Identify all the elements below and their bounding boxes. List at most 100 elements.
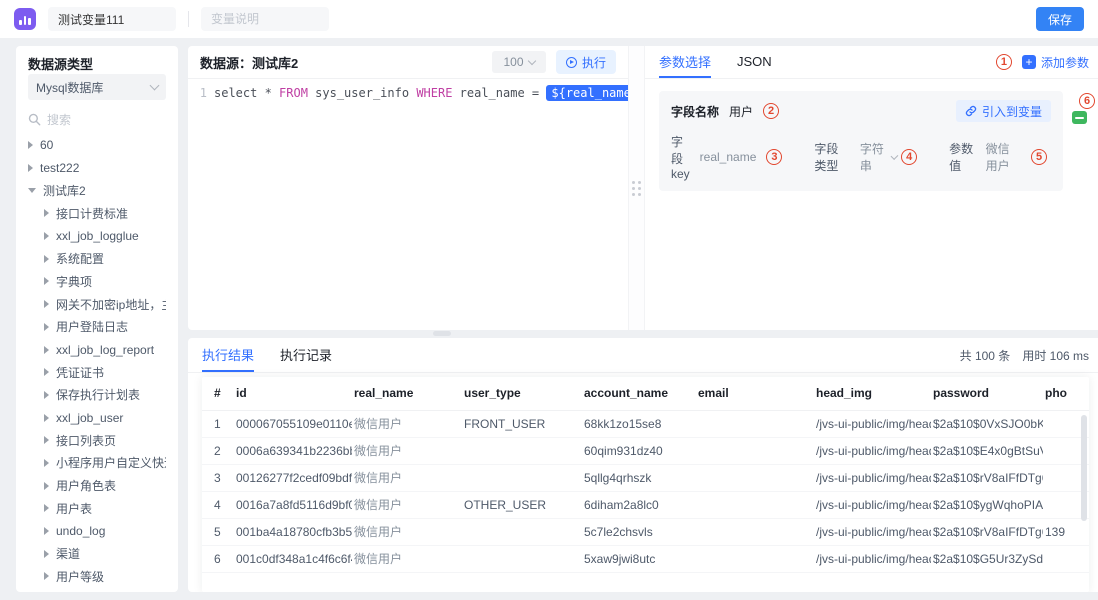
header-divider bbox=[188, 11, 189, 27]
table-cell bbox=[696, 410, 814, 437]
tree-item[interactable]: 用户表 bbox=[28, 497, 166, 520]
caret-right-icon[interactable] bbox=[28, 141, 33, 149]
table-header-cell: pho bbox=[1043, 377, 1089, 410]
execute-button[interactable]: 执行 bbox=[556, 50, 616, 74]
tree-item-label: 测试库2 bbox=[43, 182, 86, 199]
table-row[interactable]: 6001c0df348a1c4f6c6f4...微信用户5xaw9jwi8utc… bbox=[202, 545, 1089, 572]
tree-item[interactable]: 渠道 bbox=[28, 542, 166, 565]
param-card-row-1: 字段名称 用户 2 引入到变量 bbox=[671, 100, 1051, 122]
result-elapsed-time: 用时 106 ms bbox=[1022, 347, 1089, 364]
split-resize-handle[interactable] bbox=[433, 331, 451, 336]
delete-param-button[interactable] bbox=[1072, 111, 1087, 124]
table-cell: $2a$10$rV8aIFfDTg6... bbox=[931, 518, 1043, 545]
caret-right-icon[interactable] bbox=[28, 164, 33, 172]
table-cell bbox=[696, 437, 814, 464]
table-row[interactable]: 300126277f2cedf09bdfa...微信用户5qllg4qrhszk… bbox=[202, 464, 1089, 491]
row-limit-select[interactable]: 100 bbox=[492, 51, 546, 73]
tree-item[interactable]: 凭证证书 bbox=[28, 361, 166, 384]
tree-item[interactable]: xxl_job_log_report bbox=[28, 338, 166, 361]
caret-right-icon[interactable] bbox=[44, 459, 49, 467]
result-table: #idreal_nameuser_typeaccount_nameemailhe… bbox=[202, 377, 1089, 573]
tree-item-label: 用户表 bbox=[56, 500, 92, 517]
caret-right-icon[interactable] bbox=[44, 232, 49, 240]
caret-right-icon[interactable] bbox=[44, 368, 49, 376]
tab-param-select[interactable]: 参数选择 bbox=[659, 46, 711, 78]
field-name-value[interactable]: 用户 bbox=[729, 103, 753, 120]
tree-item[interactable]: xxl_job_user bbox=[28, 406, 166, 429]
caret-right-icon[interactable] bbox=[44, 300, 49, 308]
sql-line: select * FROM sys_user_info WHERE real_n… bbox=[214, 86, 643, 330]
tree-item[interactable]: 用户登陆日志 bbox=[28, 316, 166, 339]
tab-json[interactable]: JSON bbox=[737, 46, 772, 78]
variable-name-input[interactable] bbox=[48, 7, 176, 31]
caret-right-icon[interactable] bbox=[44, 504, 49, 512]
tree-item[interactable]: 网关不加密ip地址，主要J bbox=[28, 293, 166, 316]
table-row[interactable]: 40016a7a8fd5116d9bf0...微信用户OTHER_USER6di… bbox=[202, 491, 1089, 518]
field-key-input[interactable]: real_name bbox=[700, 150, 757, 164]
datasource-sidebar: 数据源类型 Mysql数据库 搜索 60test222测试库2接口计费标准xxl… bbox=[16, 46, 178, 592]
table-cell: /jvs-ui-public/img/headl... bbox=[814, 491, 931, 518]
caret-right-icon[interactable] bbox=[44, 527, 49, 535]
param-value-input[interactable]: 微信用户 bbox=[986, 140, 1021, 174]
add-param-label: 添加参数 bbox=[1041, 54, 1089, 71]
tree-item[interactable]: xxl_job_logglue bbox=[28, 225, 166, 248]
sql-code-editor[interactable]: 1 select * FROM sys_user_info WHERE real… bbox=[188, 79, 628, 330]
field-key-group: 字段key real_name 3 bbox=[671, 133, 786, 181]
tree-item[interactable]: 测试库2 bbox=[28, 179, 166, 202]
caret-right-icon[interactable] bbox=[44, 391, 49, 399]
table-row[interactable]: 1000067055109e0110e...微信用户FRONT_USER68kk… bbox=[202, 410, 1089, 437]
tree-item-label: 用户等级 bbox=[56, 568, 104, 585]
caret-right-icon[interactable] bbox=[44, 277, 49, 285]
table-cell: /jvs-ui-public/img/headl... bbox=[814, 545, 931, 572]
content-layout: 数据源类型 Mysql数据库 搜索 60test222测试库2接口计费标准xxl… bbox=[0, 38, 1098, 592]
caret-right-icon[interactable] bbox=[44, 255, 49, 263]
table-cell: 微信用户 bbox=[352, 410, 462, 437]
tree-item[interactable]: 系统配置 bbox=[28, 247, 166, 270]
table-vertical-scrollbar[interactable] bbox=[1081, 415, 1087, 521]
table-search[interactable]: 搜索 bbox=[28, 111, 166, 127]
save-button[interactable]: 保存 bbox=[1036, 7, 1084, 31]
param-card-row-2: 字段key real_name 3 字段类型 字符串 4 参数值 微信 bbox=[671, 133, 1051, 181]
tree-item[interactable]: 邀请用户待审核 bbox=[28, 588, 166, 592]
datasource-type-select[interactable]: Mysql数据库 bbox=[28, 74, 166, 100]
vertical-resize-handle[interactable] bbox=[628, 46, 645, 330]
tree-item[interactable]: 接口列表页 bbox=[28, 429, 166, 452]
tree-item[interactable]: test222 bbox=[28, 157, 166, 180]
caret-right-icon[interactable] bbox=[44, 414, 49, 422]
caret-right-icon[interactable] bbox=[44, 550, 49, 558]
tree-item[interactable]: 保存执行计划表 bbox=[28, 384, 166, 407]
annotation-5: 5 bbox=[1031, 149, 1047, 165]
tree-item[interactable]: undo_log bbox=[28, 520, 166, 543]
caret-right-icon[interactable] bbox=[44, 572, 49, 580]
table-row[interactable]: 20006a639341b2236bb...微信用户60qim931dz40/j… bbox=[202, 437, 1089, 464]
tree-item-label: test222 bbox=[40, 161, 79, 175]
table-cell: 0006a639341b2236bb... bbox=[234, 437, 352, 464]
add-param-button[interactable]: 添加参数 bbox=[1022, 54, 1089, 71]
tab-execution-result[interactable]: 执行结果 bbox=[202, 338, 254, 372]
tree-item[interactable]: 小程序用户自定义快速入 bbox=[28, 452, 166, 475]
drag-dots-icon bbox=[632, 181, 641, 196]
table-cell: 68kk1zo15se8 bbox=[582, 410, 696, 437]
table-cell: /jvs-ui-public/img/headl... bbox=[814, 518, 931, 545]
tree-item[interactable]: 用户角色表 bbox=[28, 474, 166, 497]
search-placeholder: 搜索 bbox=[47, 111, 71, 128]
annotation-3: 3 bbox=[766, 149, 782, 165]
table-cell bbox=[462, 464, 582, 491]
caret-right-icon[interactable] bbox=[44, 482, 49, 490]
caret-down-icon[interactable] bbox=[28, 188, 36, 193]
tree-item[interactable]: 60 bbox=[28, 134, 166, 157]
tree-item[interactable]: 接口计费标准 bbox=[28, 202, 166, 225]
tab-execution-record[interactable]: 执行记录 bbox=[280, 338, 332, 372]
caret-right-icon[interactable] bbox=[44, 323, 49, 331]
import-to-variable-button[interactable]: 引入到变量 bbox=[956, 100, 1051, 122]
tree-item[interactable]: 字典项 bbox=[28, 270, 166, 293]
table-cell: 微信用户 bbox=[352, 491, 462, 518]
field-type-select[interactable]: 字符串 bbox=[860, 140, 887, 174]
caret-right-icon[interactable] bbox=[44, 436, 49, 444]
table-header-row: #idreal_nameuser_typeaccount_nameemailhe… bbox=[202, 377, 1089, 410]
table-row[interactable]: 5001ba4a18780cfb3b56...微信用户5c7le2chsvls/… bbox=[202, 518, 1089, 545]
tree-item[interactable]: 用户等级 bbox=[28, 565, 166, 588]
caret-right-icon[interactable] bbox=[44, 209, 49, 217]
caret-right-icon[interactable] bbox=[44, 346, 49, 354]
variable-description-input[interactable] bbox=[201, 7, 329, 31]
